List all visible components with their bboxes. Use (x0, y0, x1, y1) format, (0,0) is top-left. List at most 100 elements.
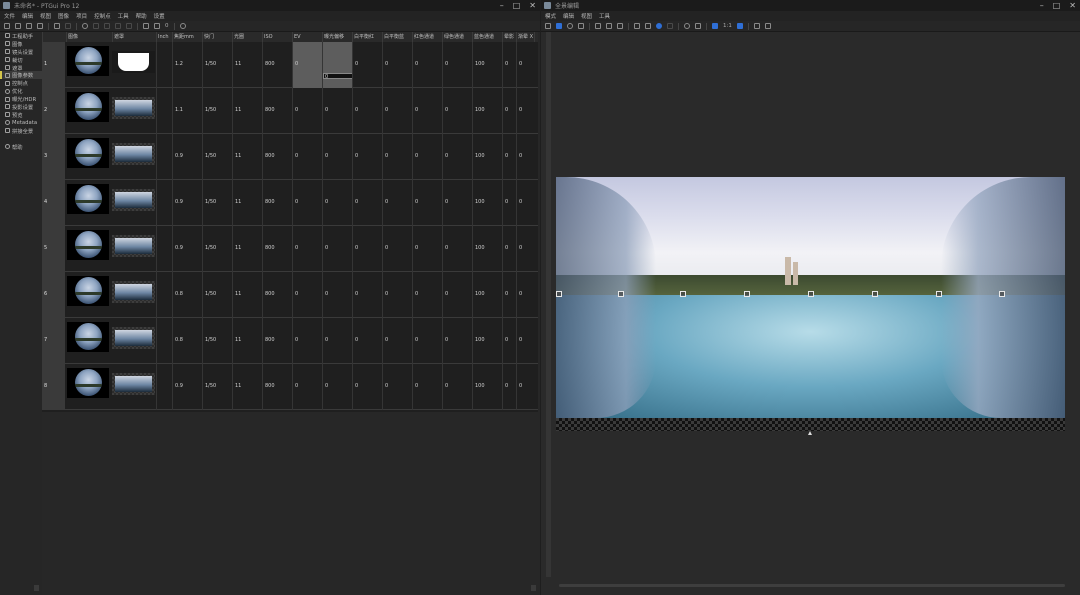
menu-item[interactable]: 视图 (581, 12, 592, 20)
column-header[interactable]: 红色通道 (412, 32, 442, 42)
shutter-cell[interactable]: 1/50 (202, 318, 232, 364)
image-number-marker[interactable] (936, 291, 942, 297)
row-number[interactable]: 6 (42, 272, 65, 318)
image-thumbnail[interactable] (67, 46, 109, 76)
wb-b-cell[interactable]: 0 (382, 134, 412, 180)
globe-icon[interactable] (656, 23, 662, 29)
shutter-cell[interactable]: 1/50 (202, 180, 232, 226)
menu-item[interactable]: 帮助 (136, 12, 147, 20)
sidebar-item[interactable]: 投影设置 (0, 103, 42, 111)
sidebar-item[interactable]: 遮罩 (0, 64, 42, 72)
row-number[interactable]: 5 (42, 226, 65, 272)
image-thumbnail[interactable] (67, 368, 109, 398)
b-cell[interactable]: 100 (472, 364, 502, 410)
wb-b-cell[interactable]: 0 (382, 88, 412, 134)
vig-cell[interactable]: 0 (502, 272, 516, 318)
aperture-cell[interactable]: 11 (232, 226, 262, 272)
column-header[interactable]: 焦距mm (172, 32, 202, 42)
g-cell[interactable]: 0 (442, 318, 472, 364)
refresh-icon[interactable] (764, 23, 771, 29)
column-header[interactable]: 图像 (66, 32, 112, 42)
numbers-icon[interactable] (736, 23, 743, 29)
vig-cell[interactable]: 0 (502, 180, 516, 226)
vx-cell[interactable]: 0 (516, 134, 534, 180)
eye-icon[interactable] (695, 23, 701, 29)
inch-cell[interactable] (156, 364, 172, 410)
r-cell[interactable]: 0 (412, 272, 442, 318)
b-cell[interactable]: 100 (472, 226, 502, 272)
aperture-cell[interactable]: 11 (232, 272, 262, 318)
vig-cell[interactable]: 0 (502, 134, 516, 180)
sidebar-item[interactable]: Metadata (0, 119, 42, 127)
select-tool-icon[interactable] (556, 23, 562, 29)
table-row[interactable]: 7 0.8 1/50 11 800 0 0 0 0 0 0 100 0 0 (42, 318, 538, 364)
shutter-cell[interactable]: 1/50 (202, 88, 232, 134)
iso-cell[interactable]: 800 (262, 42, 292, 88)
focal-cell[interactable]: 0.8 (172, 318, 202, 364)
settings-icon[interactable] (82, 23, 88, 29)
column-header[interactable]: 白平衡蓝 (382, 32, 412, 42)
pitch-handle-icon[interactable] (808, 431, 812, 435)
offset-cell[interactable]: 0 (322, 42, 352, 88)
r-cell[interactable]: 0 (412, 318, 442, 364)
table-row[interactable]: 6 0.8 1/50 11 800 0 0 0 0 0 0 100 0 0 (42, 272, 538, 318)
center-icon[interactable] (617, 23, 623, 29)
image-number-marker[interactable] (744, 291, 750, 297)
column-header[interactable]: EV (292, 32, 322, 42)
table-row[interactable]: 5 0.9 1/50 11 800 0 0 0 0 0 0 100 0 0 (42, 226, 538, 272)
image-number-marker[interactable] (680, 291, 686, 297)
aperture-cell[interactable]: 11 (232, 134, 262, 180)
ev-cell[interactable]: 0 (292, 134, 322, 180)
table-row[interactable]: 2 1.1 1/50 11 800 0 0 0 0 0 0 100 0 0 (42, 88, 538, 134)
r-cell[interactable]: 0 (412, 364, 442, 410)
mask-thumbnail[interactable] (112, 51, 155, 73)
link-editor-icon[interactable] (753, 23, 760, 29)
ev-cell[interactable]: 0 (292, 88, 322, 134)
b-cell[interactable]: 100 (472, 42, 502, 88)
vig-cell[interactable]: 0 (502, 318, 516, 364)
column-header[interactable]: 快门 (202, 32, 232, 42)
wb-b-cell[interactable]: 0 (382, 364, 412, 410)
shutter-cell[interactable]: 1/50 (202, 364, 232, 410)
focal-cell[interactable]: 0.9 (172, 364, 202, 410)
sidebar-item[interactable]: 曝光/HDR (0, 95, 42, 103)
editor-vertical-scrollbar[interactable] (546, 32, 551, 577)
vx-cell[interactable]: 0 (516, 272, 534, 318)
g-cell[interactable]: 0 (442, 364, 472, 410)
offset-cell[interactable]: 0 (322, 364, 352, 410)
focal-cell[interactable]: 0.8 (172, 272, 202, 318)
menu-item[interactable]: 编辑 (22, 12, 33, 20)
wb-b-cell[interactable]: 0 (382, 226, 412, 272)
sidebar-item[interactable]: 优化 (0, 87, 42, 95)
focal-cell[interactable]: 1.1 (172, 88, 202, 134)
straighten-icon[interactable] (578, 23, 584, 29)
image-number-marker[interactable] (556, 291, 562, 297)
iso-cell[interactable]: 800 (262, 134, 292, 180)
offset-cell[interactable]: 0 (322, 272, 352, 318)
mask-thumbnail[interactable] (112, 373, 155, 395)
b-cell[interactable]: 100 (472, 180, 502, 226)
shutter-cell[interactable]: 1/50 (202, 272, 232, 318)
ev-cell[interactable]: 0 (292, 180, 322, 226)
maximize-button[interactable]: □ (513, 1, 521, 10)
undo-icon[interactable] (54, 23, 60, 29)
wb-r-cell[interactable]: 0 (352, 272, 382, 318)
menu-item[interactable]: 编辑 (563, 12, 574, 20)
iso-cell[interactable]: 800 (262, 180, 292, 226)
editor-horizontal-scrollbar[interactable] (559, 584, 1065, 587)
column-header[interactable]: 蓝色通道 (472, 32, 502, 42)
column-header[interactable]: ISO (262, 32, 292, 42)
sidebar-item-help[interactable]: 帮助 (0, 143, 42, 151)
inch-cell[interactable] (156, 318, 172, 364)
pan-tool-icon[interactable] (545, 23, 551, 29)
wb-b-cell[interactable]: 0 (382, 272, 412, 318)
g-cell[interactable]: 0 (442, 42, 472, 88)
vx-cell[interactable]: 0 (516, 226, 534, 272)
image-number-marker[interactable] (808, 291, 814, 297)
fit-window-icon[interactable] (712, 23, 718, 29)
vx-cell[interactable]: 0 (516, 318, 534, 364)
inch-cell[interactable] (156, 42, 172, 88)
focal-cell[interactable]: 0.9 (172, 180, 202, 226)
wb-b-cell[interactable]: 0 (382, 180, 412, 226)
image-thumbnail[interactable] (67, 276, 109, 306)
